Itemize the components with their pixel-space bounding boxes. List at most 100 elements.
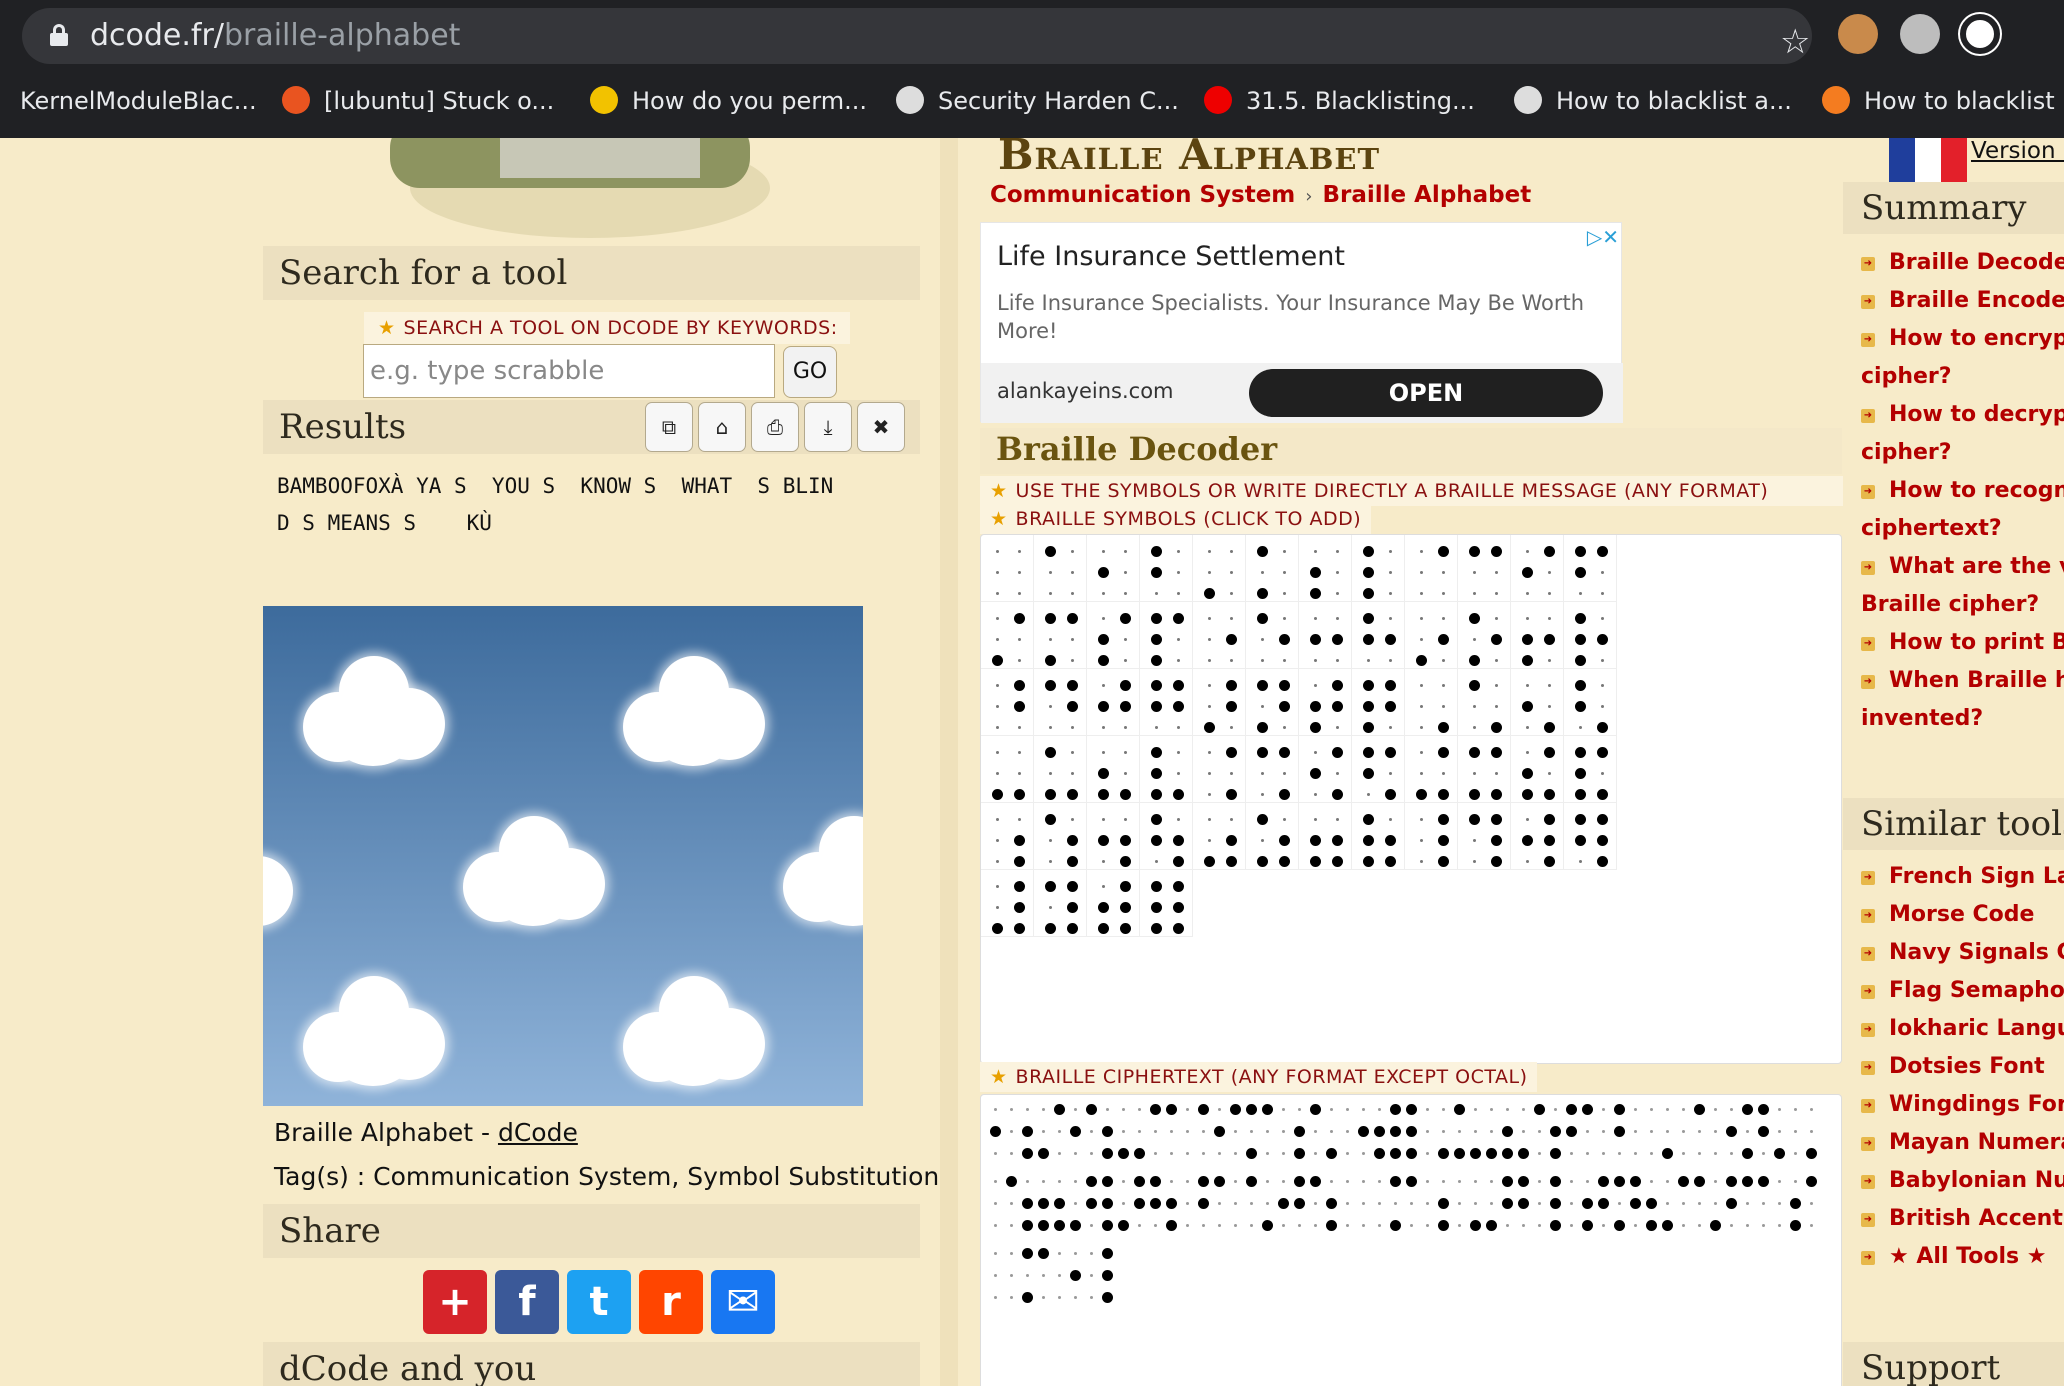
bookmark-5[interactable]: 31.5. Blacklisting... (1204, 76, 1475, 126)
summary-item[interactable]: Braille cipher? (1843, 586, 2064, 624)
braille-symbol[interactable] (1087, 535, 1140, 602)
summary-item[interactable]: invented? (1843, 700, 2064, 738)
braille-symbol[interactable] (1458, 602, 1511, 669)
braille-symbol[interactable] (1564, 602, 1617, 669)
braille-symbol[interactable] (1458, 736, 1511, 803)
summary-item[interactable]: ➜ How to print Brai (1843, 624, 2064, 662)
go-button[interactable]: GO (783, 346, 837, 398)
summary-item[interactable]: ➜ What are the vari (1843, 548, 2064, 586)
french-flag-icon[interactable] (1889, 138, 1967, 182)
braille-symbol[interactable] (1511, 803, 1564, 870)
braille-symbol[interactable] (1087, 669, 1140, 736)
download-button[interactable]: ⤓ (804, 402, 852, 452)
braille-symbol[interactable] (1405, 803, 1458, 870)
bookmark-7[interactable]: How to blacklist k (1822, 76, 2064, 126)
braille-symbol[interactable] (1564, 669, 1617, 736)
ad-open-button[interactable]: OPEN (1249, 369, 1603, 417)
reddit-share-button[interactable]: r (639, 1270, 703, 1334)
summary-item[interactable]: cipher? (1843, 434, 2064, 472)
braille-symbol[interactable] (1034, 669, 1087, 736)
similar-tool-item[interactable]: ➜ Mayan Numerals (1843, 1124, 2064, 1162)
braille-symbol[interactable] (1352, 803, 1405, 870)
braille-symbol[interactable] (981, 803, 1034, 870)
braille-symbol[interactable] (1405, 736, 1458, 803)
ciphertext-input[interactable] (980, 1094, 1842, 1386)
braille-symbol[interactable] (1458, 535, 1511, 602)
summary-item[interactable]: ➜ When Braille hav (1843, 662, 2064, 700)
braille-symbol[interactable] (1564, 803, 1617, 870)
ad-title[interactable]: Life Insurance Settlement (997, 241, 1345, 272)
similar-tool-item[interactable]: ➜ French Sign Lang (1843, 858, 2064, 896)
copy-button[interactable]: ⧉ (645, 402, 693, 452)
advertisement[interactable]: ▷✕ Life Insurance Settlement Life Insura… (980, 222, 1623, 423)
bookmark-6[interactable]: How to blacklist a... (1514, 76, 1792, 126)
summary-item[interactable]: cipher? (1843, 358, 2064, 396)
similar-tool-item[interactable]: ➜ ★ All Tools ★ (1843, 1238, 2064, 1276)
braille-symbol[interactable] (1087, 736, 1140, 803)
braille-symbol[interactable] (981, 669, 1034, 736)
similar-tool-item[interactable]: ➜ Dotsies Font (1843, 1048, 2064, 1086)
similar-tool-item[interactable]: ➜ Flag Semaphore (1843, 972, 2064, 1010)
braille-symbol[interactable] (1193, 535, 1246, 602)
braille-symbol[interactable] (1087, 602, 1140, 669)
dcode-link[interactable]: dCode (498, 1118, 578, 1147)
braille-symbol[interactable] (981, 736, 1034, 803)
bookmark-4[interactable]: Security Harden C... (896, 76, 1179, 126)
braille-symbol[interactable] (1140, 535, 1193, 602)
summary-item[interactable]: ➜ How to decrypt B (1843, 396, 2064, 434)
braille-symbol[interactable] (1193, 669, 1246, 736)
braille-symbol[interactable] (1299, 602, 1352, 669)
summary-item[interactable]: ➜ Braille Decoder (1843, 244, 2064, 282)
braille-symbol[interactable] (1352, 736, 1405, 803)
bookmark-2[interactable]: [lubuntu] Stuck o... (282, 76, 554, 126)
adchoices-icon[interactable]: ▷✕ (1587, 225, 1619, 249)
braille-symbol[interactable] (1511, 736, 1564, 803)
braille-symbol[interactable] (1034, 535, 1087, 602)
braille-symbol[interactable] (1405, 669, 1458, 736)
braille-symbol[interactable] (1511, 535, 1564, 602)
braille-symbol[interactable] (1458, 803, 1511, 870)
braille-symbol[interactable] (1405, 535, 1458, 602)
share-plus-button[interactable]: + (423, 1270, 487, 1334)
email-share-button[interactable]: ✉ (711, 1270, 775, 1334)
version-link[interactable]: Version F (1971, 138, 2064, 164)
breadcrumb-communication[interactable]: Communication System (990, 182, 1295, 208)
bookmark-3[interactable]: How do you perm... (590, 76, 867, 126)
tracker-extension-icon[interactable] (1900, 14, 1940, 54)
braille-symbol[interactable] (1140, 602, 1193, 669)
braille-symbol[interactable] (1246, 602, 1299, 669)
twitter-share-button[interactable]: t (567, 1270, 631, 1334)
braille-symbol[interactable] (1299, 803, 1352, 870)
braille-symbol[interactable] (1352, 602, 1405, 669)
star-icon[interactable]: ☆ (1780, 22, 1810, 62)
braille-symbol[interactable] (1564, 736, 1617, 803)
braille-symbol[interactable] (1511, 669, 1564, 736)
braille-symbol[interactable] (1193, 602, 1246, 669)
braille-symbol[interactable] (1087, 803, 1140, 870)
facebook-share-button[interactable]: f (495, 1270, 559, 1334)
braille-symbol[interactable] (1246, 736, 1299, 803)
braille-symbol[interactable] (981, 602, 1034, 669)
braille-symbol[interactable] (1564, 535, 1617, 602)
braille-symbol[interactable] (1299, 535, 1352, 602)
calendar-extension-icon[interactable] (1960, 14, 2000, 54)
braille-symbol[interactable] (1034, 870, 1087, 937)
braille-symbol[interactable] (1140, 870, 1193, 937)
braille-symbol[interactable] (1140, 669, 1193, 736)
similar-tool-item[interactable]: ➜ Navy Signals Co (1843, 934, 2064, 972)
summary-item[interactable]: ➜ How to recognize (1843, 472, 2064, 510)
braille-symbol[interactable] (1246, 535, 1299, 602)
braille-symbol[interactable] (1299, 736, 1352, 803)
print-button[interactable]: ⎙ (751, 402, 799, 452)
braille-symbol[interactable] (1246, 803, 1299, 870)
braille-symbol[interactable] (1193, 736, 1246, 803)
braille-symbol[interactable] (1034, 602, 1087, 669)
braille-symbol[interactable] (1087, 870, 1140, 937)
cookie-extension-icon[interactable] (1838, 14, 1878, 54)
braille-symbol[interactable] (1458, 669, 1511, 736)
braille-symbol[interactable] (1140, 736, 1193, 803)
search-input[interactable]: e.g. type scrabble (363, 344, 775, 398)
address-bar[interactable]: dcode.fr/braille-alphabet ☆ (22, 8, 1812, 64)
similar-tool-item[interactable]: ➜ Iokharic Languag (1843, 1010, 2064, 1048)
braille-symbol[interactable] (981, 535, 1034, 602)
